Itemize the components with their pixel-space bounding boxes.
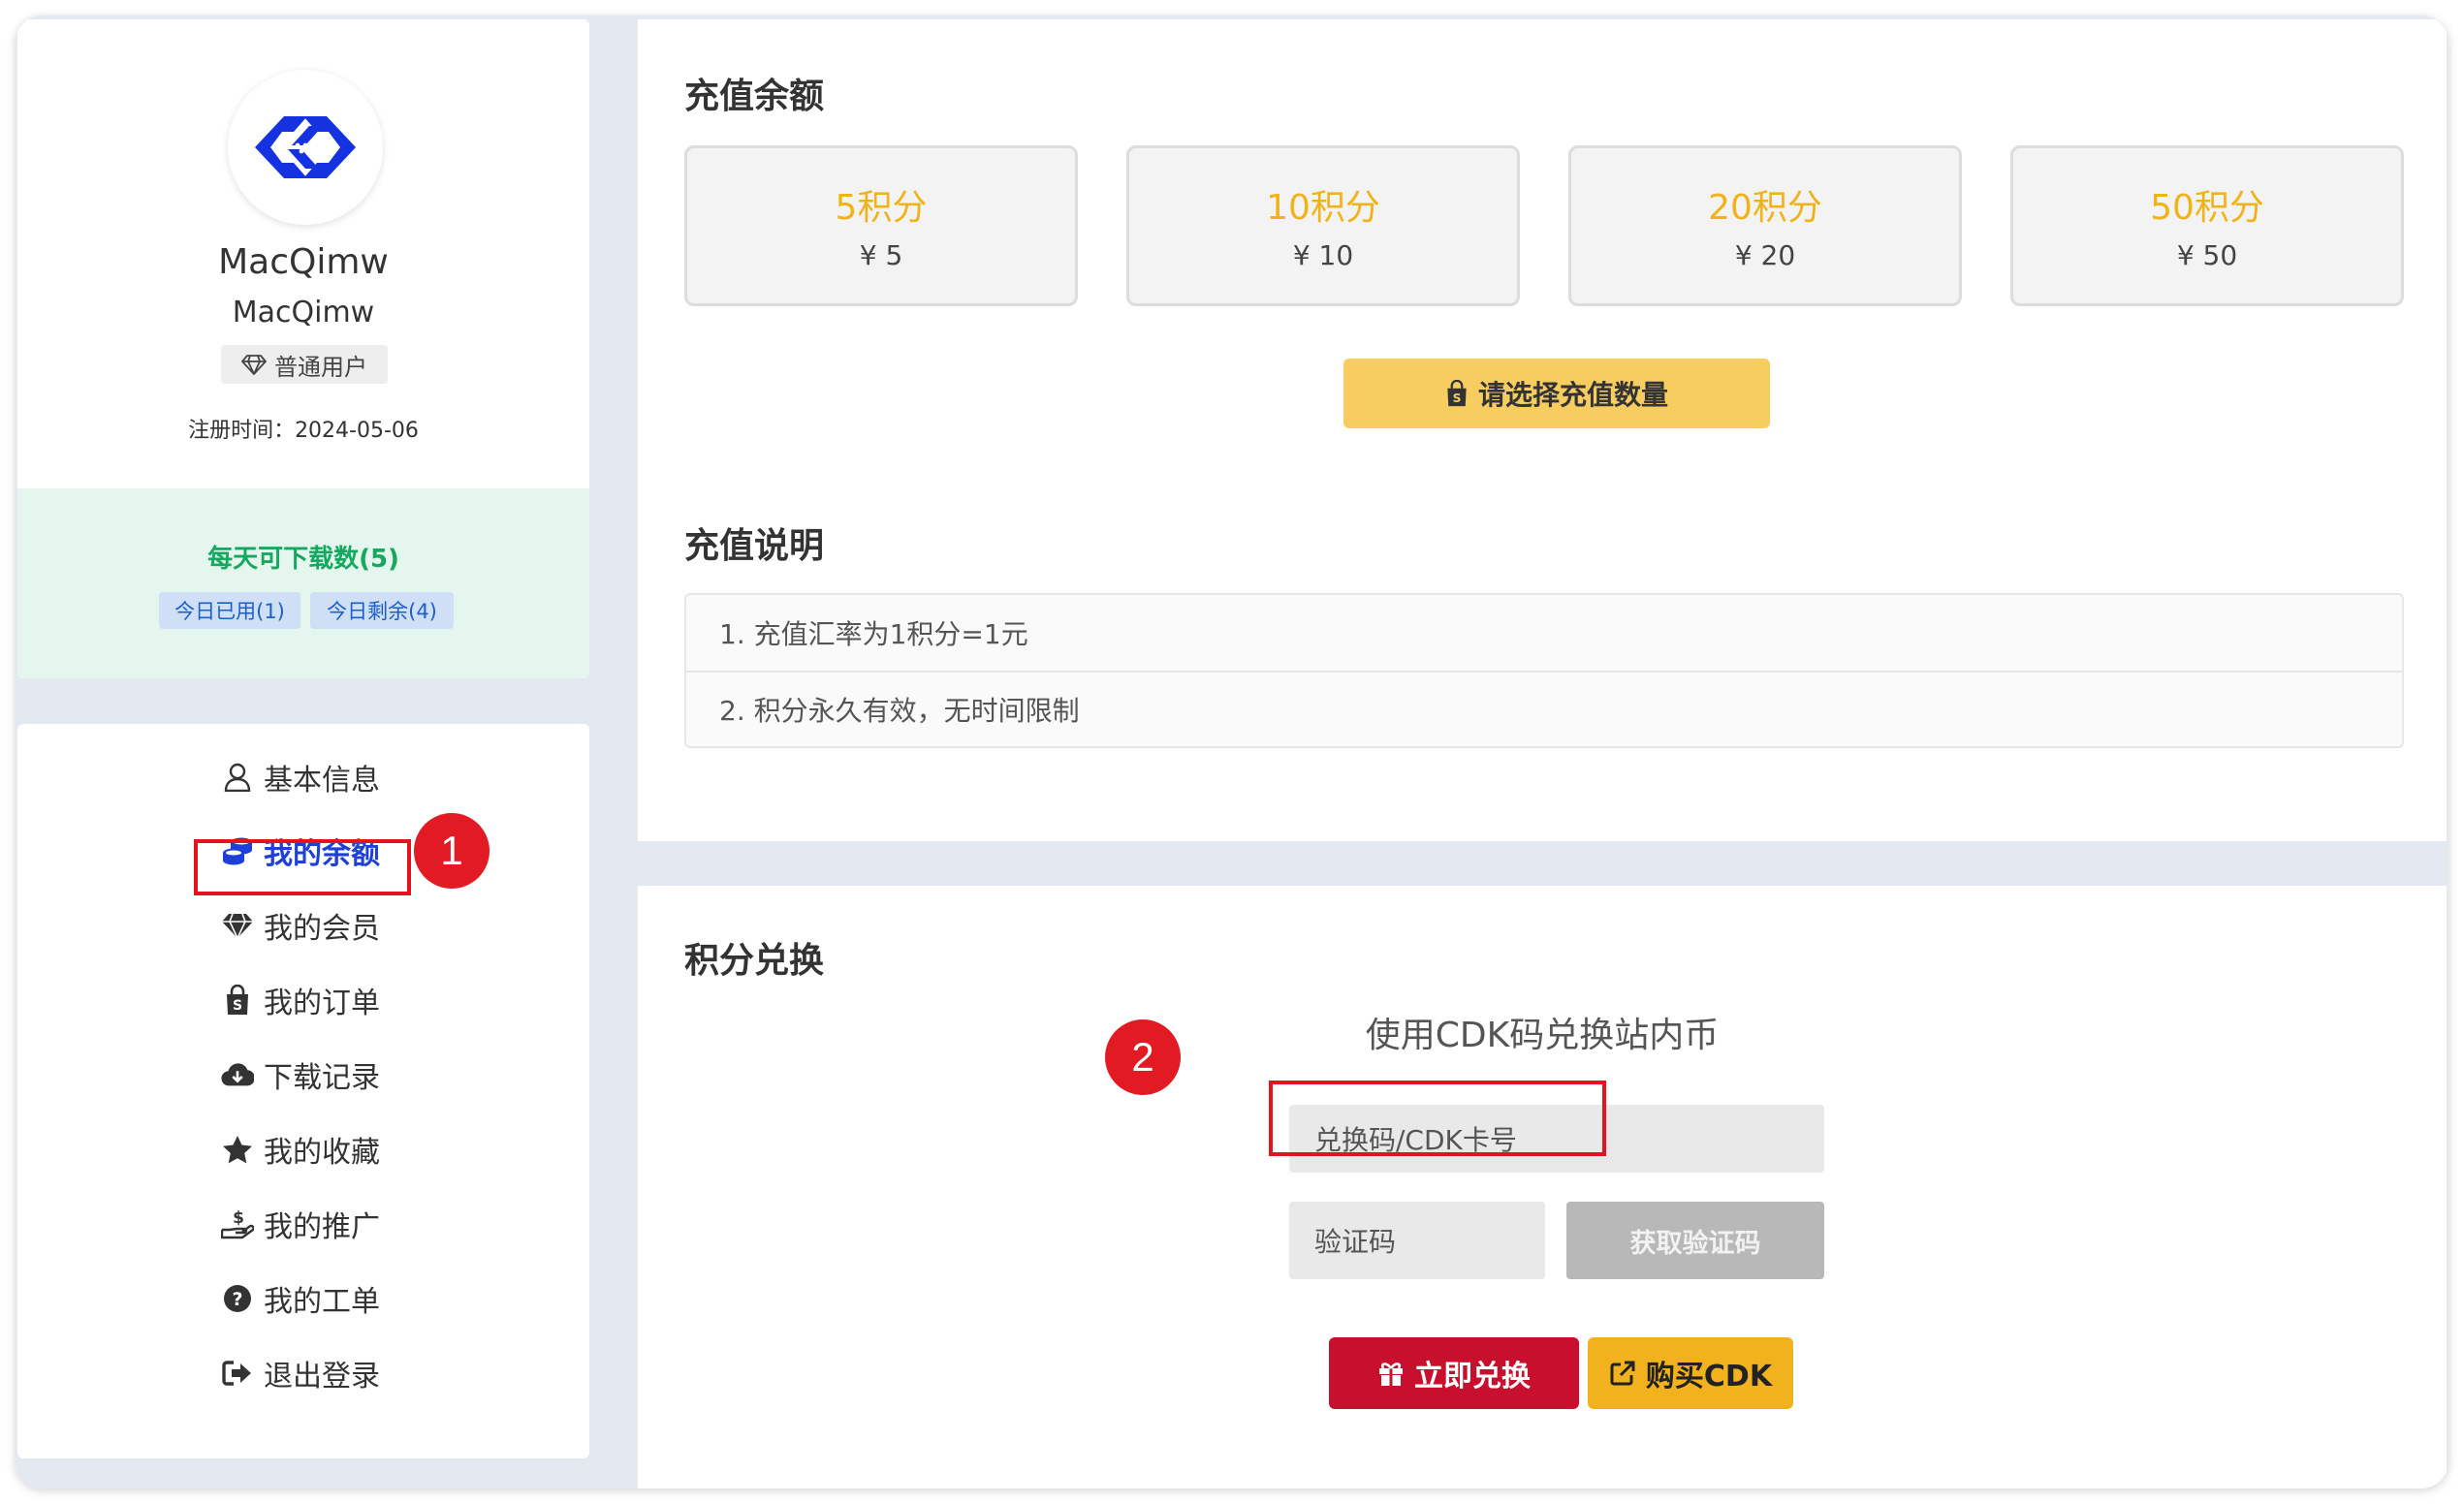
diamond-icon [241,355,267,375]
role-badge: 普通用户 [221,345,388,384]
star-icon [221,1133,254,1166]
menu-item-my-membership[interactable]: 我的会员 [221,902,380,949]
registration-date: 注册时间：2024-05-06 [188,419,419,443]
amount-option-20[interactable]: 20积分 ¥ 20 [1568,145,1962,306]
shopping-bag-icon: S [1447,380,1467,407]
role-label: 普通用户 [274,353,367,381]
menu-label: 我的推广 [264,1210,380,1244]
account-menu: 基本信息 我的余额 我的会员 S 我的订单 下载记录 我的收藏 $ 我的推广 ?… [17,724,589,1458]
cdk-input-highlight [1269,1081,1606,1156]
redeem-subtitle: 使用CDK码兑换站内币 [1365,1016,1720,1055]
remaining-today-tag: 今日剩余(4) [310,592,454,629]
menu-item-download-history[interactable]: 下载记录 [221,1051,380,1098]
balance-menu-highlight [194,839,411,895]
download-quota-title: 每天可下载数(5) [207,545,399,574]
redeem-now-label: 立即兑换 [1414,1360,1531,1394]
svg-text:S: S [1453,392,1462,405]
note-item: 1. 充值汇率为1积分=1元 [719,618,1028,650]
app-window: MacQimw MacQimw 普通用户 注册时间：2024-05-06 每天可… [16,16,2448,1488]
option-points: 20积分 [1708,188,1822,228]
option-points: 10积分 [1266,188,1380,228]
diamond-icon [221,909,254,942]
option-price: ¥ 50 [2176,239,2238,271]
svg-text:S: S [233,998,242,1014]
option-points: 50积分 [2150,188,2264,228]
external-link-icon [1610,1361,1635,1386]
svg-text:?: ? [232,1289,242,1310]
get-code-button[interactable]: 获取验证码 [1566,1202,1824,1279]
sign-out-icon [221,1357,254,1390]
menu-item-basic-info[interactable]: 基本信息 [221,754,380,800]
menu-item-my-orders[interactable]: S 我的订单 [221,977,380,1023]
menu-label: 下载记录 [264,1061,380,1095]
menu-item-my-referrals[interactable]: $ 我的推广 [221,1201,380,1247]
option-points: 5积分 [835,188,928,228]
menu-label: 退出登录 [264,1360,380,1394]
verification-code-input[interactable]: 验证码 [1289,1202,1545,1279]
menu-item-logout[interactable]: 退出登录 [221,1350,380,1396]
svg-text:$: $ [233,1208,244,1228]
menu-item-my-tickets[interactable]: ? 我的工单 [221,1275,380,1322]
option-price: ¥ 10 [1292,239,1354,271]
cloud-download-icon [221,1058,254,1091]
menu-label: 我的收藏 [264,1136,380,1170]
menu-label: 我的订单 [264,987,380,1020]
hand-dollar-icon: $ [221,1207,254,1240]
select-amount-button[interactable]: S 请选择充值数量 [1343,359,1770,428]
recharge-title: 充值余额 [684,77,825,116]
menu-label: 基本信息 [264,764,380,798]
step-badge-2: 2 [1105,1019,1181,1095]
amount-option-50[interactable]: 50积分 ¥ 50 [2010,145,2404,306]
note-item: 2. 积分永久有效，无时间限制 [686,671,2402,746]
notes-title: 充值说明 [684,526,825,566]
username: MacQimw [232,296,375,329]
buy-cdk-button[interactable]: 购买CDK [1588,1337,1793,1409]
shopping-bag-icon: S [221,984,254,1017]
redeem-panel: 积分兑换 使用CDK码兑换站内币 兑换码/CDK卡号 验证码 获取验证码 立即兑… [638,886,2447,1488]
menu-item-my-favorites[interactable]: 我的收藏 [221,1126,380,1173]
gift-icon [1379,1363,1403,1386]
question-circle-icon: ? [221,1282,254,1315]
redeem-now-button[interactable]: 立即兑换 [1329,1337,1579,1409]
select-amount-label: 请选择充值数量 [1477,379,1668,411]
recharge-notes: 1. 充值汇率为1积分=1元 2. 积分永久有效，无时间限制 [684,593,2404,748]
buy-cdk-label: 购买CDK [1645,1360,1773,1394]
used-today-tag: 今日已用(1) [159,592,300,629]
option-price: ¥ 20 [1734,239,1796,271]
download-quota-box [17,488,589,678]
amount-option-10[interactable]: 10积分 ¥ 10 [1126,145,1520,306]
site-logo-icon [255,116,356,178]
redeem-title: 积分兑换 [684,941,825,981]
avatar[interactable] [228,70,383,225]
display-name: MacQimw [218,242,389,282]
user-icon [221,761,254,794]
step-badge-1: 1 [414,813,490,889]
menu-label: 我的会员 [264,912,380,946]
option-price: ¥ 5 [859,239,903,271]
amount-option-5[interactable]: 5积分 ¥ 5 [684,145,1078,306]
profile-card: MacQimw MacQimw 普通用户 注册时间：2024-05-06 每天可… [17,19,589,678]
recharge-panel: 充值余额 5积分 ¥ 5 10积分 ¥ 10 20积分 ¥ 20 50积分 ¥ … [638,19,2447,841]
menu-label: 我的工单 [264,1285,380,1319]
